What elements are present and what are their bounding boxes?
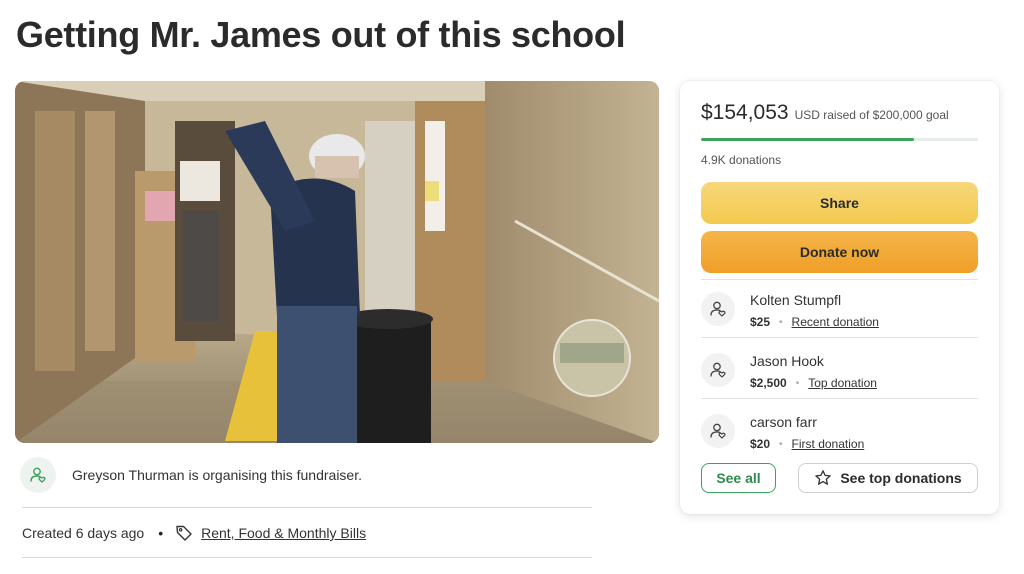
see-top-donations-button[interactable]: See top donations <box>798 463 978 493</box>
section-divider <box>22 507 592 508</box>
campaign-meta: Created 6 days ago • Rent, Food & Monthl… <box>22 522 366 544</box>
bullet-separator: • <box>779 316 783 328</box>
donor-avatar <box>701 353 735 387</box>
meta-separator: • <box>158 525 164 541</box>
organiser-avatar[interactable] <box>20 457 56 493</box>
donation-card: $154,053 USD raised of $200,000 goal 4.9… <box>680 81 999 514</box>
donor-avatar <box>701 414 735 448</box>
donor-divider <box>701 398 978 399</box>
donor-name: Kolten Stumpfl <box>750 292 842 308</box>
donor-details: $2,500 • Top donation <box>750 376 877 390</box>
donor-details: $20 • First donation <box>750 437 864 451</box>
bullet-separator: • <box>795 377 800 389</box>
donor-divider <box>701 279 978 280</box>
donor-amount: $20 <box>750 437 771 451</box>
campaign-photo[interactable] <box>15 81 659 443</box>
section-divider <box>22 557 592 558</box>
created-date: Created 6 days ago <box>22 525 145 541</box>
user-heart-icon <box>29 466 47 484</box>
donate-now-button[interactable]: Donate now <box>701 231 978 273</box>
donor-amount: $2,500 <box>750 376 787 390</box>
donation-type-link[interactable]: Recent donation <box>792 315 879 329</box>
page-title: Getting Mr. James out of this school <box>16 14 626 55</box>
amount-raised-row: $154,053 USD raised of $200,000 goal <box>701 101 949 125</box>
donor-avatar <box>701 292 735 326</box>
progress-fill <box>701 138 915 141</box>
share-button[interactable]: Share <box>701 182 978 224</box>
donor-divider <box>701 337 978 338</box>
campaign-photo-image <box>15 81 659 443</box>
see-top-donations-label: See top donations <box>840 470 962 486</box>
see-all-button[interactable]: See all <box>701 463 776 493</box>
user-heart-icon <box>709 422 727 440</box>
donation-type-link[interactable]: Top donation <box>808 376 877 390</box>
amount-raised: $154,053 <box>701 101 789 124</box>
star-icon <box>814 469 832 487</box>
donor-amount: $25 <box>750 315 771 329</box>
donor-name: Jason Hook <box>750 353 824 369</box>
donor-details: $25 • Recent donation <box>750 315 879 329</box>
donation-type-link[interactable]: First donation <box>792 437 865 451</box>
category-link[interactable]: Rent, Food & Monthly Bills <box>201 525 366 541</box>
donor-item: carson farr $20 • First donation <box>701 409 978 471</box>
donor-item: Kolten Stumpfl $25 • Recent donation <box>701 287 978 349</box>
organiser-text: Greyson Thurman is organising this fundr… <box>72 467 362 483</box>
organiser-row: Greyson Thurman is organising this fundr… <box>20 457 592 493</box>
user-heart-icon <box>709 300 727 318</box>
bullet-separator: • <box>779 438 783 450</box>
donor-name: carson farr <box>750 414 817 430</box>
user-heart-icon <box>709 361 727 379</box>
goal-text: USD raised of $200,000 goal <box>794 108 949 122</box>
tag-icon <box>175 524 193 542</box>
donation-count: 4.9K donations <box>701 153 782 167</box>
donor-item: Jason Hook $2,500 • Top donation <box>701 348 978 410</box>
progress-bar <box>701 138 978 141</box>
